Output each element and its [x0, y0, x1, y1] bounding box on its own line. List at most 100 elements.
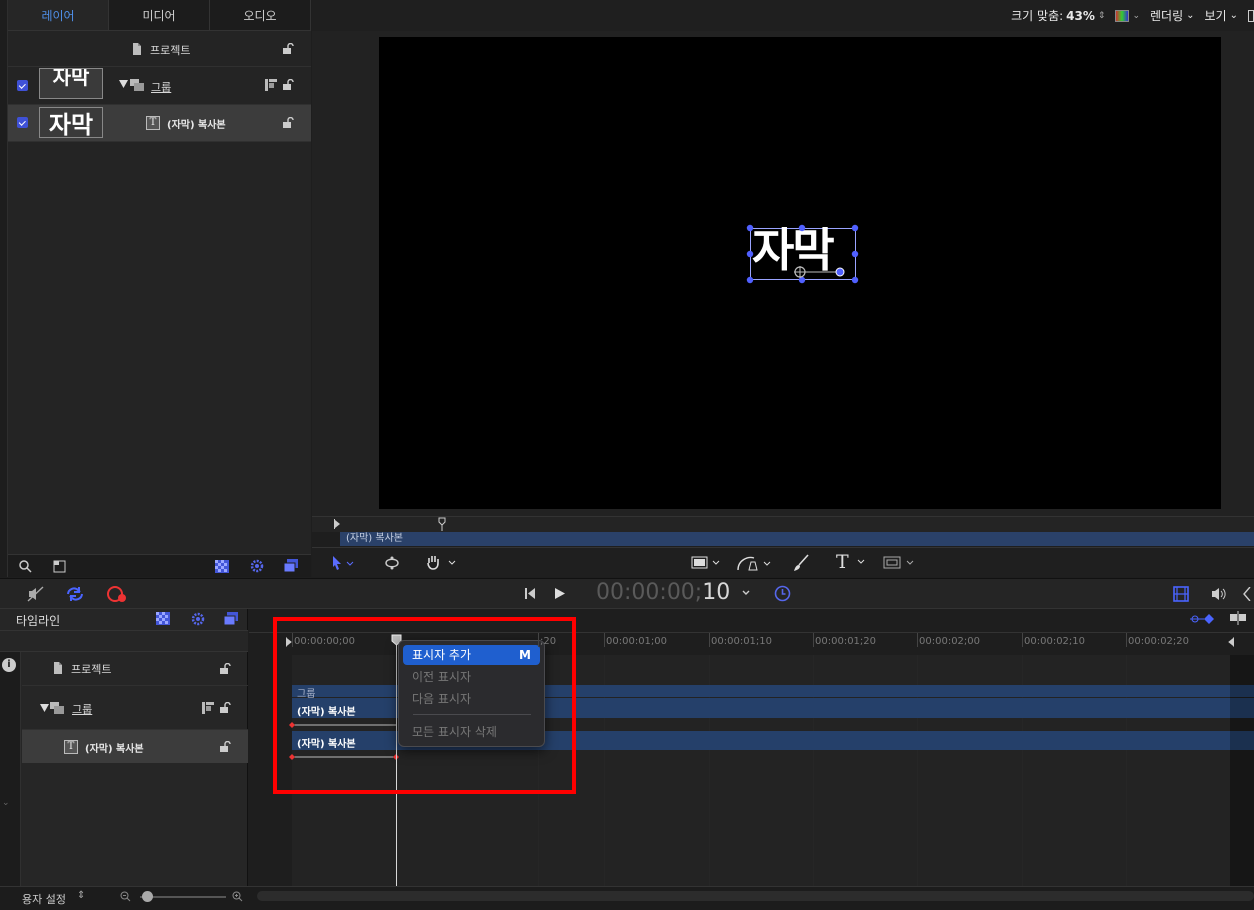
timeline-row-text-copy[interactable]: T (자막) 복사본 [22, 730, 248, 763]
visibility-checkbox[interactable] [17, 117, 28, 128]
layer-row-text-copy[interactable]: 자막 T (자막) 복사본 [8, 105, 311, 141]
tab-audio[interactable]: 오디오 [210, 0, 311, 30]
checkerboard-icon[interactable] [156, 612, 170, 625]
timeline-left-edge: i ⌄ [0, 652, 21, 886]
new-group-icon[interactable] [284, 559, 299, 573]
stepper-icon[interactable]: ⇕ [77, 890, 85, 901]
mini-timeline[interactable] [312, 516, 1254, 532]
timeline-scrollbar[interactable] [257, 891, 1254, 901]
keyframe-snap-icon[interactable] [1190, 612, 1216, 626]
group-icon [130, 79, 144, 91]
fit-zoom-popup[interactable]: 크기 맞춤: 43% ⇕ [1011, 7, 1105, 24]
ruler-label: 00:00:02;20 [1128, 636, 1190, 647]
record-icon[interactable] [106, 585, 128, 603]
ruler-tick [1126, 633, 1127, 647]
chevron-down-icon[interactable] [856, 556, 866, 566]
layer-row-project[interactable]: 프로젝트 [8, 31, 311, 67]
chevron-down-icon[interactable]: ⌄ [2, 798, 10, 808]
audio-timeline-icon[interactable] [1211, 587, 1227, 601]
ruler-tick [292, 633, 293, 647]
video-timeline-icon[interactable] [1173, 586, 1189, 602]
mini-playhead-icon[interactable] [438, 517, 446, 531]
ruler-tick [709, 633, 710, 647]
lock-icon[interactable] [282, 79, 294, 90]
timeline-label-text-copy: (자막) 복사본 [85, 744, 144, 755]
color-channel-popup[interactable]: ⌄ [1115, 9, 1140, 22]
disclosure-triangle-icon[interactable] [119, 80, 128, 88]
play-range-start-icon[interactable] [334, 519, 340, 529]
mute-audio-icon[interactable] [27, 586, 45, 602]
layer-row-group[interactable]: 자막 그룹 [8, 67, 311, 105]
chevron-down-icon: ⌄ [1186, 10, 1195, 21]
layer-thumbnail: 자막 [39, 68, 103, 99]
zoom-slider-knob[interactable] [142, 891, 153, 902]
shape-transform-icon[interactable] [384, 555, 400, 571]
new-group-icon[interactable] [224, 612, 239, 626]
ruler-tick [1022, 633, 1023, 647]
ruler-label: 00:00:01;10 [711, 636, 773, 647]
tab-layers[interactable]: 레이어 [8, 0, 109, 30]
custom-setting-popup[interactable]: 용자 설정 [22, 891, 66, 907]
timeline-title: 타임라인 [16, 614, 61, 628]
chevron-down-icon: ⌄ [1132, 10, 1140, 21]
timeline-label-group: 그룹 [72, 703, 93, 716]
ruler-label: 00:00:01;00 [606, 636, 668, 647]
keyframe-editor-icon[interactable] [1243, 587, 1254, 601]
info-icon[interactable]: i [2, 658, 16, 672]
isolate-icon[interactable] [265, 79, 277, 91]
view-label: 보기 [1204, 9, 1227, 23]
play-icon[interactable] [555, 588, 565, 599]
layer-label-project: 프로젝트 [150, 44, 191, 57]
visibility-checkbox[interactable] [17, 80, 28, 91]
lock-icon[interactable] [219, 741, 231, 752]
checkerboard-icon[interactable] [215, 560, 229, 573]
ruler-tick [604, 633, 605, 647]
gear-icon[interactable] [191, 612, 205, 626]
hand-pan-icon[interactable] [426, 554, 456, 570]
loop-icon[interactable] [65, 585, 85, 603]
tab-media[interactable]: 미디어 [109, 0, 210, 30]
disclosure-triangle-icon[interactable] [40, 704, 49, 712]
thumb-text: 자막 [48, 111, 94, 138]
rectangle-tool-icon[interactable] [691, 556, 723, 570]
ruler-label: ;20 [540, 636, 557, 647]
lock-icon[interactable] [219, 702, 231, 713]
lock-icon[interactable] [282, 43, 294, 54]
color-channels-icon [1115, 9, 1130, 22]
timecode-display[interactable]: 00:00:00;10 [596, 580, 730, 605]
viewer-toolbar: 크기 맞춤: 43% ⇕ ⌄ 렌더링 ⌄ 보기 ⌄ [312, 0, 1254, 31]
play-range-end-icon[interactable] [1228, 637, 1234, 647]
timecode-menu-chevron-icon[interactable] [741, 588, 751, 598]
render-label: 렌더링 [1150, 9, 1184, 23]
ruler-label: 00:00:02;10 [1024, 636, 1086, 647]
text-layer-icon: T [64, 740, 78, 754]
render-popup[interactable]: 렌더링 ⌄ [1150, 7, 1195, 24]
time-display-clock-icon[interactable] [774, 585, 791, 602]
timeline-row-project[interactable]: 프로젝트 [22, 652, 248, 686]
mask-tool-icon[interactable] [883, 556, 917, 570]
gear-icon[interactable] [250, 559, 264, 573]
layer-label-group: 그룹 [151, 81, 172, 94]
mini-timeline-clip[interactable]: (자막) 복사본 [340, 532, 1254, 546]
zoom-in-icon[interactable] [232, 891, 243, 902]
zoom-value: 43% [1066, 8, 1095, 23]
paint-brush-icon[interactable] [792, 554, 810, 572]
layout-icon[interactable] [1248, 9, 1254, 22]
lock-icon[interactable] [282, 117, 294, 128]
thumb-text: 자막 [52, 68, 90, 89]
thumbnail-toggle-icon[interactable] [53, 560, 66, 573]
select-arrow-icon[interactable] [332, 556, 354, 570]
timeline-label-project: 프로젝트 [71, 663, 112, 676]
isolate-icon[interactable] [202, 702, 214, 714]
timecode-main: 00:00:00; [596, 580, 703, 605]
view-popup[interactable]: 보기 ⌄ [1205, 7, 1238, 24]
text-tool-icon[interactable]: T [836, 551, 849, 573]
zoom-out-icon[interactable] [120, 891, 131, 902]
transform-handles[interactable] [744, 222, 864, 286]
timeline-row-group[interactable]: 그룹 [22, 686, 248, 730]
snapping-icon[interactable] [1228, 611, 1248, 625]
search-icon[interactable] [19, 560, 32, 573]
go-to-start-icon[interactable] [525, 588, 535, 599]
lock-icon[interactable] [219, 663, 231, 674]
bezier-pen-icon[interactable] [736, 554, 772, 572]
